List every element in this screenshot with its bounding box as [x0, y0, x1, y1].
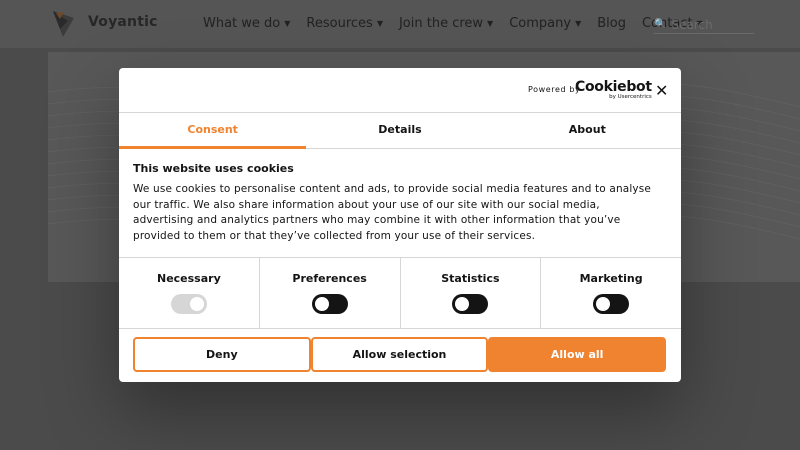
main-menu: What we do ▼ Resources ▼ Join the crew ▼ Co…: [203, 16, 719, 31]
powered-by-label: Powered by: [528, 85, 581, 94]
chevron-down-icon: ▼: [487, 19, 494, 28]
nav-item-resources[interactable]: Resources ▼: [306, 16, 383, 31]
nav-item-join-the-crew[interactable]: Join the crew ▼: [399, 16, 493, 31]
cookiebot-name: Cookiebot: [575, 79, 652, 95]
deny-button[interactable]: Deny: [133, 337, 311, 372]
chevron-down-icon: ▼: [284, 19, 291, 28]
allow-selection-button[interactable]: Allow selection: [310, 337, 489, 372]
nav-item-label: Resources: [306, 16, 373, 31]
category-label: Marketing: [579, 272, 643, 285]
chevron-down-icon: ▼: [575, 19, 582, 28]
category-statistics: Statistics: [401, 258, 542, 328]
nav-item-label: What we do: [203, 16, 281, 31]
nav-item-label: Blog: [597, 16, 626, 31]
search-box[interactable]: 🔍 Search: [654, 16, 754, 34]
category-label: Preferences: [292, 272, 367, 285]
consent-heading: This website uses cookies: [133, 162, 294, 175]
allow-all-button[interactable]: Allow all: [488, 337, 667, 372]
nav-item-what-we-do[interactable]: What we do ▼: [203, 16, 290, 31]
preferences-toggle[interactable]: [311, 294, 348, 314]
consent-description: We use cookies to personalise content an…: [133, 183, 651, 242]
dialog-tabs: Consent Details About: [119, 113, 681, 149]
necessary-toggle: [170, 294, 207, 314]
nav-item-label: Join the crew: [398, 16, 484, 31]
nav-item-blog[interactable]: Blog: [597, 16, 626, 31]
category-preferences: Preferences: [260, 258, 401, 328]
category-marketing: Marketing: [541, 258, 681, 328]
cookie-consent-dialog: Powered by Cookiebot by Usercentrics ✕ C…: [119, 68, 681, 382]
chevron-down-icon: ▼: [376, 19, 383, 28]
tab-consent[interactable]: Consent: [119, 113, 307, 149]
tab-about[interactable]: About: [494, 113, 681, 148]
statistics-toggle[interactable]: [452, 294, 489, 314]
voyantic-logo[interactable]: [48, 9, 78, 39]
category-necessary: Necessary: [119, 258, 260, 328]
dialog-buttons: Deny Allow selection Allow all: [133, 337, 667, 372]
toggle-knob: [314, 297, 329, 311]
nav-item-label: Company: [509, 16, 572, 31]
toggle-knob: [596, 297, 611, 311]
tab-details[interactable]: Details: [306, 113, 493, 148]
dialog-header: Powered by Cookiebot by Usercentrics ✕: [119, 68, 681, 113]
nav-item-company[interactable]: Company ▼: [509, 16, 581, 31]
toggle-knob: [189, 297, 204, 311]
cookiebot-logo[interactable]: Cookiebot by Usercentrics: [575, 80, 652, 100]
marketing-toggle[interactable]: [593, 294, 630, 314]
top-navigation: Voyantic What we do ▼ Resources ▼ Join the…: [0, 0, 800, 48]
brand-name[interactable]: Voyantic: [88, 14, 158, 30]
close-icon[interactable]: ✕: [655, 81, 668, 100]
search-placeholder[interactable]: Search: [671, 18, 712, 32]
consent-body: This website uses cookies We use cookies…: [133, 162, 663, 244]
category-label: Statistics: [441, 272, 500, 285]
search-icon: 🔍: [654, 19, 667, 30]
cookie-categories: Necessary Preferences Statistics Marketi…: [119, 257, 681, 329]
category-label: Necessary: [156, 272, 221, 285]
toggle-knob: [455, 297, 470, 311]
